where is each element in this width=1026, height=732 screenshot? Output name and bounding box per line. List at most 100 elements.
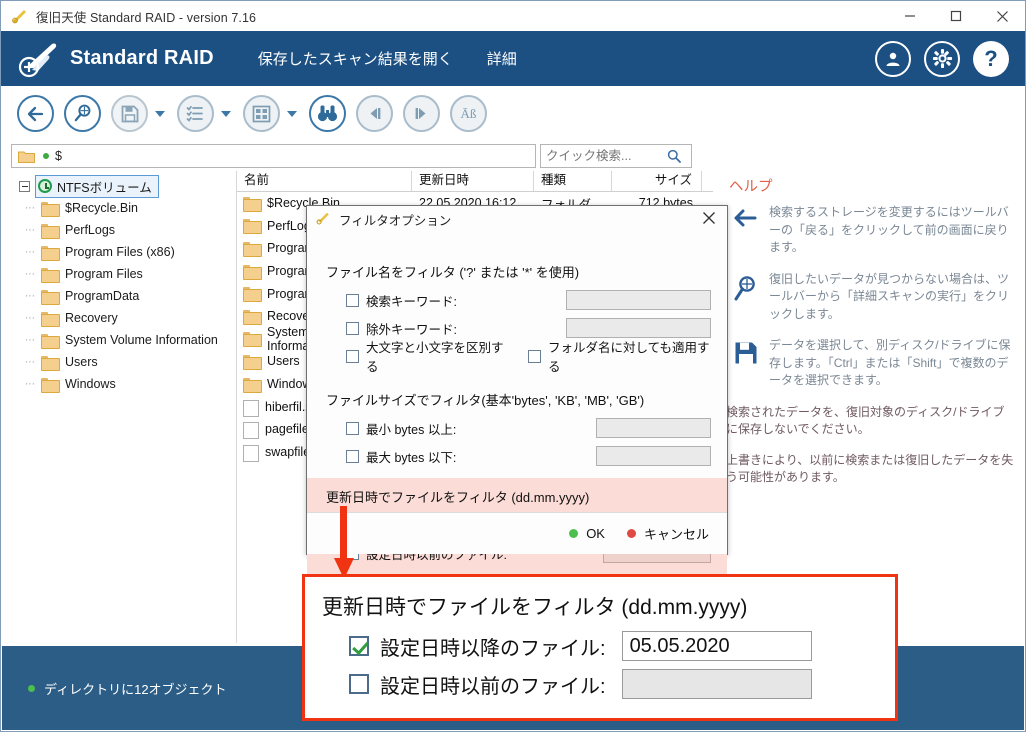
help-button[interactable]: ? bbox=[973, 40, 1009, 77]
path-breadcrumb[interactable]: $ bbox=[11, 144, 536, 168]
grid-dropdown-caret-icon[interactable] bbox=[287, 110, 297, 117]
advanced-scan-button[interactable] bbox=[64, 95, 101, 132]
callout-date-after-input[interactable]: 05.05.2020 bbox=[621, 631, 812, 661]
tree-item[interactable]: ⋯ Users bbox=[11, 351, 236, 373]
callout-date-before-input[interactable] bbox=[621, 669, 812, 699]
header-link-open-scan[interactable]: 保存したスキャン結果を開く bbox=[258, 48, 453, 69]
callout-date-before-checkbox[interactable] bbox=[349, 674, 369, 694]
text-encoding-button[interactable]: Āß bbox=[450, 95, 487, 132]
min-size-row: 最小 bytes 以上: bbox=[323, 416, 711, 440]
filesize-section-heading: ファイルサイズでフィルタ(基本'bytes', 'KB', 'MB', 'GB'… bbox=[326, 393, 645, 408]
header-link-details[interactable]: 詳細 bbox=[487, 48, 517, 69]
tree-line-icon: ⋯ bbox=[25, 356, 36, 368]
include-keyword-input[interactable] bbox=[566, 290, 711, 310]
tree-item-ntfs-volume[interactable]: NTFSボリューム bbox=[35, 174, 159, 198]
previous-button[interactable] bbox=[356, 95, 393, 132]
close-icon[interactable] bbox=[702, 211, 716, 228]
folder-icon bbox=[41, 245, 60, 261]
case-sensitive-checkbox[interactable] bbox=[346, 349, 359, 363]
tree-item[interactable]: ⋯ Program Files (x86) bbox=[11, 241, 236, 263]
tree-item[interactable]: ⋯ Program Files bbox=[11, 263, 236, 285]
minimize-button[interactable] bbox=[887, 1, 933, 31]
tree-item-label: Program Files (x86) bbox=[65, 245, 175, 259]
callout-date-before-label: 設定日時以前のファイル: bbox=[380, 675, 606, 698]
help-item-text: データを選択して、別ディスク/ドライブに保存します。「Ctrl」または「Shif… bbox=[769, 338, 1011, 387]
list-view-button[interactable] bbox=[177, 95, 214, 132]
case-sensitive-label: 大文字と小文字を区別する bbox=[366, 341, 504, 374]
tree-item[interactable]: ⋯ $Recycle.Bin bbox=[11, 197, 236, 219]
save-dropdown-caret-icon[interactable] bbox=[155, 110, 165, 117]
max-size-input[interactable] bbox=[596, 446, 711, 466]
tree-collapse-icon[interactable] bbox=[19, 180, 30, 192]
exclude-keyword-checkbox[interactable] bbox=[346, 321, 359, 335]
callout-date-after-checkbox[interactable] bbox=[349, 636, 369, 656]
column-header-name[interactable]: 名前 bbox=[237, 171, 412, 191]
application-window: 復旧天使 Standard RAID - version 7.16 Standa… bbox=[0, 0, 1026, 732]
apply-to-folders-checkbox[interactable] bbox=[528, 349, 542, 363]
next-button[interactable] bbox=[403, 95, 440, 132]
min-size-input[interactable] bbox=[596, 418, 711, 438]
cancel-button[interactable]: キャンセル bbox=[626, 524, 709, 543]
magnifier-scan-icon bbox=[723, 271, 769, 324]
status-dot-icon bbox=[28, 684, 35, 692]
search-input[interactable] bbox=[541, 146, 661, 166]
tree-line-icon: ⋯ bbox=[25, 312, 36, 324]
file-icon bbox=[243, 399, 259, 417]
callout-date-after-row: 設定日時以降のファイル: 05.05.2020 bbox=[305, 627, 895, 665]
tree-item[interactable]: ⋯ Windows bbox=[11, 373, 236, 395]
folder-icon bbox=[41, 311, 60, 327]
file-list-header: 名前 更新日時 種類 サイズ bbox=[237, 171, 713, 192]
tree-item-label: ProgramData bbox=[65, 289, 140, 303]
folder-icon bbox=[243, 241, 262, 257]
column-header-date[interactable]: 更新日時 bbox=[412, 171, 534, 191]
maximize-button[interactable] bbox=[933, 1, 979, 31]
folder-icon bbox=[243, 219, 262, 235]
tree-root-row[interactable]: NTFSボリューム bbox=[11, 174, 236, 198]
settings-button[interactable] bbox=[924, 40, 960, 77]
search-icon[interactable] bbox=[661, 149, 687, 163]
list-dropdown-caret-icon[interactable] bbox=[221, 110, 231, 117]
tree-line-icon: ⋯ bbox=[25, 378, 36, 390]
include-keyword-label: 検索キーワード: bbox=[366, 294, 457, 309]
path-value: $ bbox=[55, 149, 62, 163]
column-header-size[interactable]: サイズ bbox=[612, 171, 702, 191]
exclude-keyword-input[interactable] bbox=[566, 318, 711, 338]
tree-line-icon: ⋯ bbox=[25, 224, 36, 236]
folder-icon bbox=[41, 333, 60, 349]
ok-button-label: OK bbox=[586, 526, 605, 541]
back-button[interactable] bbox=[17, 95, 54, 132]
find-button[interactable] bbox=[309, 95, 346, 132]
help-panel-title: ヘルプ bbox=[729, 179, 773, 195]
min-size-checkbox[interactable] bbox=[346, 421, 359, 435]
ok-button[interactable]: OK bbox=[569, 526, 605, 541]
column-header-type[interactable]: 種類 bbox=[534, 171, 612, 191]
tree-item[interactable]: ⋯ System Volume Information bbox=[11, 329, 236, 351]
folder-tree[interactable]: NTFSボリューム ⋯ $Recycle.Bin ⋯ PerfLogs ⋯ Progr… bbox=[11, 171, 237, 643]
save-button[interactable] bbox=[111, 95, 148, 132]
max-size-checkbox[interactable] bbox=[346, 449, 359, 463]
brand-logo-icon bbox=[16, 40, 62, 78]
max-size-label: 最大 bytes 以下: bbox=[366, 450, 457, 465]
include-keyword-row: 検索キーワード: bbox=[323, 288, 711, 312]
filename-options-row: 大文字と小文字を区別する フォルダ名に対しても適用する bbox=[323, 341, 711, 374]
tree-item[interactable]: ⋯ PerfLogs bbox=[11, 219, 236, 241]
folder-icon bbox=[243, 264, 262, 280]
tree-line-icon: ⋯ bbox=[25, 334, 36, 346]
path-status-dot bbox=[43, 153, 49, 159]
window-title: 復旧天使 Standard RAID - version 7.16 bbox=[36, 10, 257, 25]
folder-icon bbox=[41, 267, 60, 283]
tree-item[interactable]: ⋯ Recovery bbox=[11, 307, 236, 329]
include-keyword-checkbox[interactable] bbox=[346, 293, 359, 307]
app-logo-icon bbox=[11, 8, 29, 24]
filter-options-dialog[interactable]: フィルタオプション ファイル名をフィルタ ('?' または '*' を使用) 検… bbox=[306, 205, 728, 579]
annotation-arrow bbox=[334, 506, 354, 579]
quick-search-box[interactable] bbox=[540, 144, 692, 168]
account-button[interactable] bbox=[875, 40, 911, 77]
tree-item[interactable]: ⋯ ProgramData bbox=[11, 285, 236, 307]
grid-view-button[interactable] bbox=[243, 95, 280, 132]
dialog-title: フィルタオプション bbox=[339, 213, 452, 228]
folder-icon bbox=[41, 289, 60, 305]
tree-line-icon: ⋯ bbox=[25, 268, 36, 280]
apply-to-folders-label: フォルダ名に対しても適用する bbox=[548, 341, 710, 374]
close-button[interactable] bbox=[979, 1, 1025, 31]
